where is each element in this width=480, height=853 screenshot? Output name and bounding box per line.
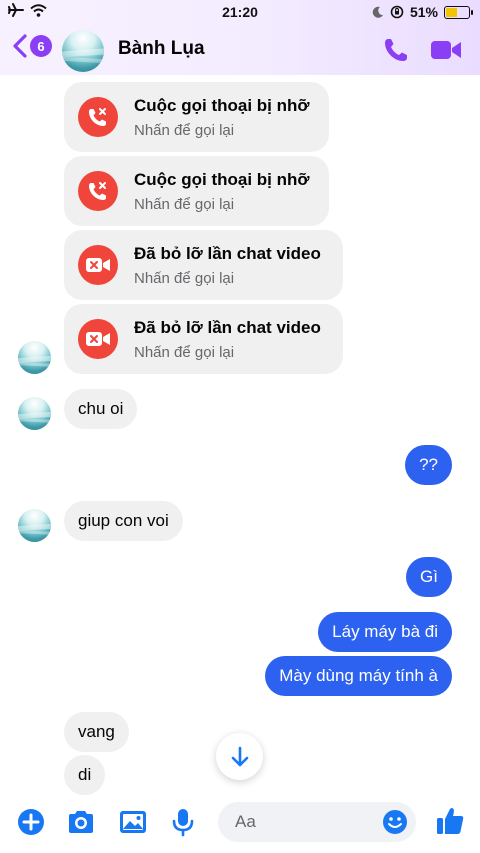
photo-icon[interactable]: [118, 807, 148, 837]
video-camera-icon[interactable]: [430, 37, 462, 63]
contact-avatar-small[interactable]: [18, 397, 51, 430]
incoming-message[interactable]: di: [64, 755, 106, 795]
call-card-title: Đã bỏ lỡ lần chat video: [134, 318, 321, 337]
outgoing-message[interactable]: ??: [405, 445, 452, 485]
missed-video-card[interactable]: Đã bỏ lỡ lần chat video Nhấn để gọi lại: [64, 304, 343, 374]
outgoing-message[interactable]: Gì: [406, 557, 452, 597]
plus-icon[interactable]: [16, 807, 46, 837]
contact-avatar-small[interactable]: [18, 341, 51, 374]
call-card-subtitle: Nhấn để gọi lại: [134, 270, 235, 287]
call-card-title: Cuộc gọi thoại bị nhỡ: [134, 96, 310, 115]
composer-bar: [0, 795, 480, 853]
missed-call-card[interactable]: Cuộc gọi thoại bị nhỡ Nhấn để gọi lại: [64, 156, 329, 226]
missed-call-icon: [78, 97, 118, 137]
call-card-subtitle: Nhấn để gọi lại: [134, 196, 235, 213]
conversation-header: 6 Bành Lụa: [0, 28, 480, 72]
phone-icon[interactable]: [382, 36, 410, 64]
call-card-title: Cuộc gọi thoại bị nhỡ: [134, 170, 310, 189]
battery-percent: 51%: [409, 4, 438, 20]
camera-icon[interactable]: [66, 807, 96, 837]
contact-avatar[interactable]: [62, 30, 104, 72]
arrow-down-icon: [231, 746, 248, 766]
thumbs-up-icon[interactable]: [435, 805, 465, 837]
scroll-to-bottom-button[interactable]: [216, 733, 263, 780]
contact-avatar-small[interactable]: [18, 509, 51, 542]
status-right: 51%: [372, 4, 473, 20]
call-card-title: Đã bỏ lỡ lần chat video: [134, 244, 321, 263]
missed-video-card[interactable]: Đã bỏ lỡ lần chat video Nhấn để gọi lại: [64, 230, 343, 300]
back-button[interactable]: 6: [12, 34, 52, 58]
missed-call-card[interactable]: Cuộc gọi thoại bị nhỡ Nhấn để gọi lại: [64, 82, 329, 152]
message-input-box[interactable]: [218, 802, 416, 842]
missed-video-icon: [78, 319, 118, 359]
incoming-message[interactable]: giup con voi: [64, 501, 183, 541]
message-input[interactable]: [235, 812, 375, 832]
back-arrow-icon: [13, 34, 27, 58]
missed-video-icon: [78, 245, 118, 285]
battery-fill: [446, 7, 458, 17]
call-card-subtitle: Nhấn để gọi lại: [134, 122, 235, 139]
missed-call-icon: [78, 171, 118, 211]
call-card-subtitle: Nhấn để gọi lại: [134, 344, 235, 361]
microphone-icon[interactable]: [168, 807, 198, 837]
unread-badge: 6: [30, 35, 52, 57]
moon-icon: [372, 6, 383, 18]
battery-icon: [444, 5, 473, 19]
orientation-lock-icon: [390, 5, 404, 19]
outgoing-message[interactable]: Mày dùng máy tính à: [265, 656, 452, 696]
status-bar: 21:20 51%: [0, 0, 480, 26]
incoming-message[interactable]: vang: [64, 712, 129, 752]
contact-name[interactable]: Bành Lụa: [118, 38, 205, 60]
incoming-message[interactable]: chu oi: [64, 389, 138, 429]
emoji-icon[interactable]: [382, 809, 408, 835]
outgoing-message[interactable]: Láy máy bà đi: [318, 612, 452, 652]
